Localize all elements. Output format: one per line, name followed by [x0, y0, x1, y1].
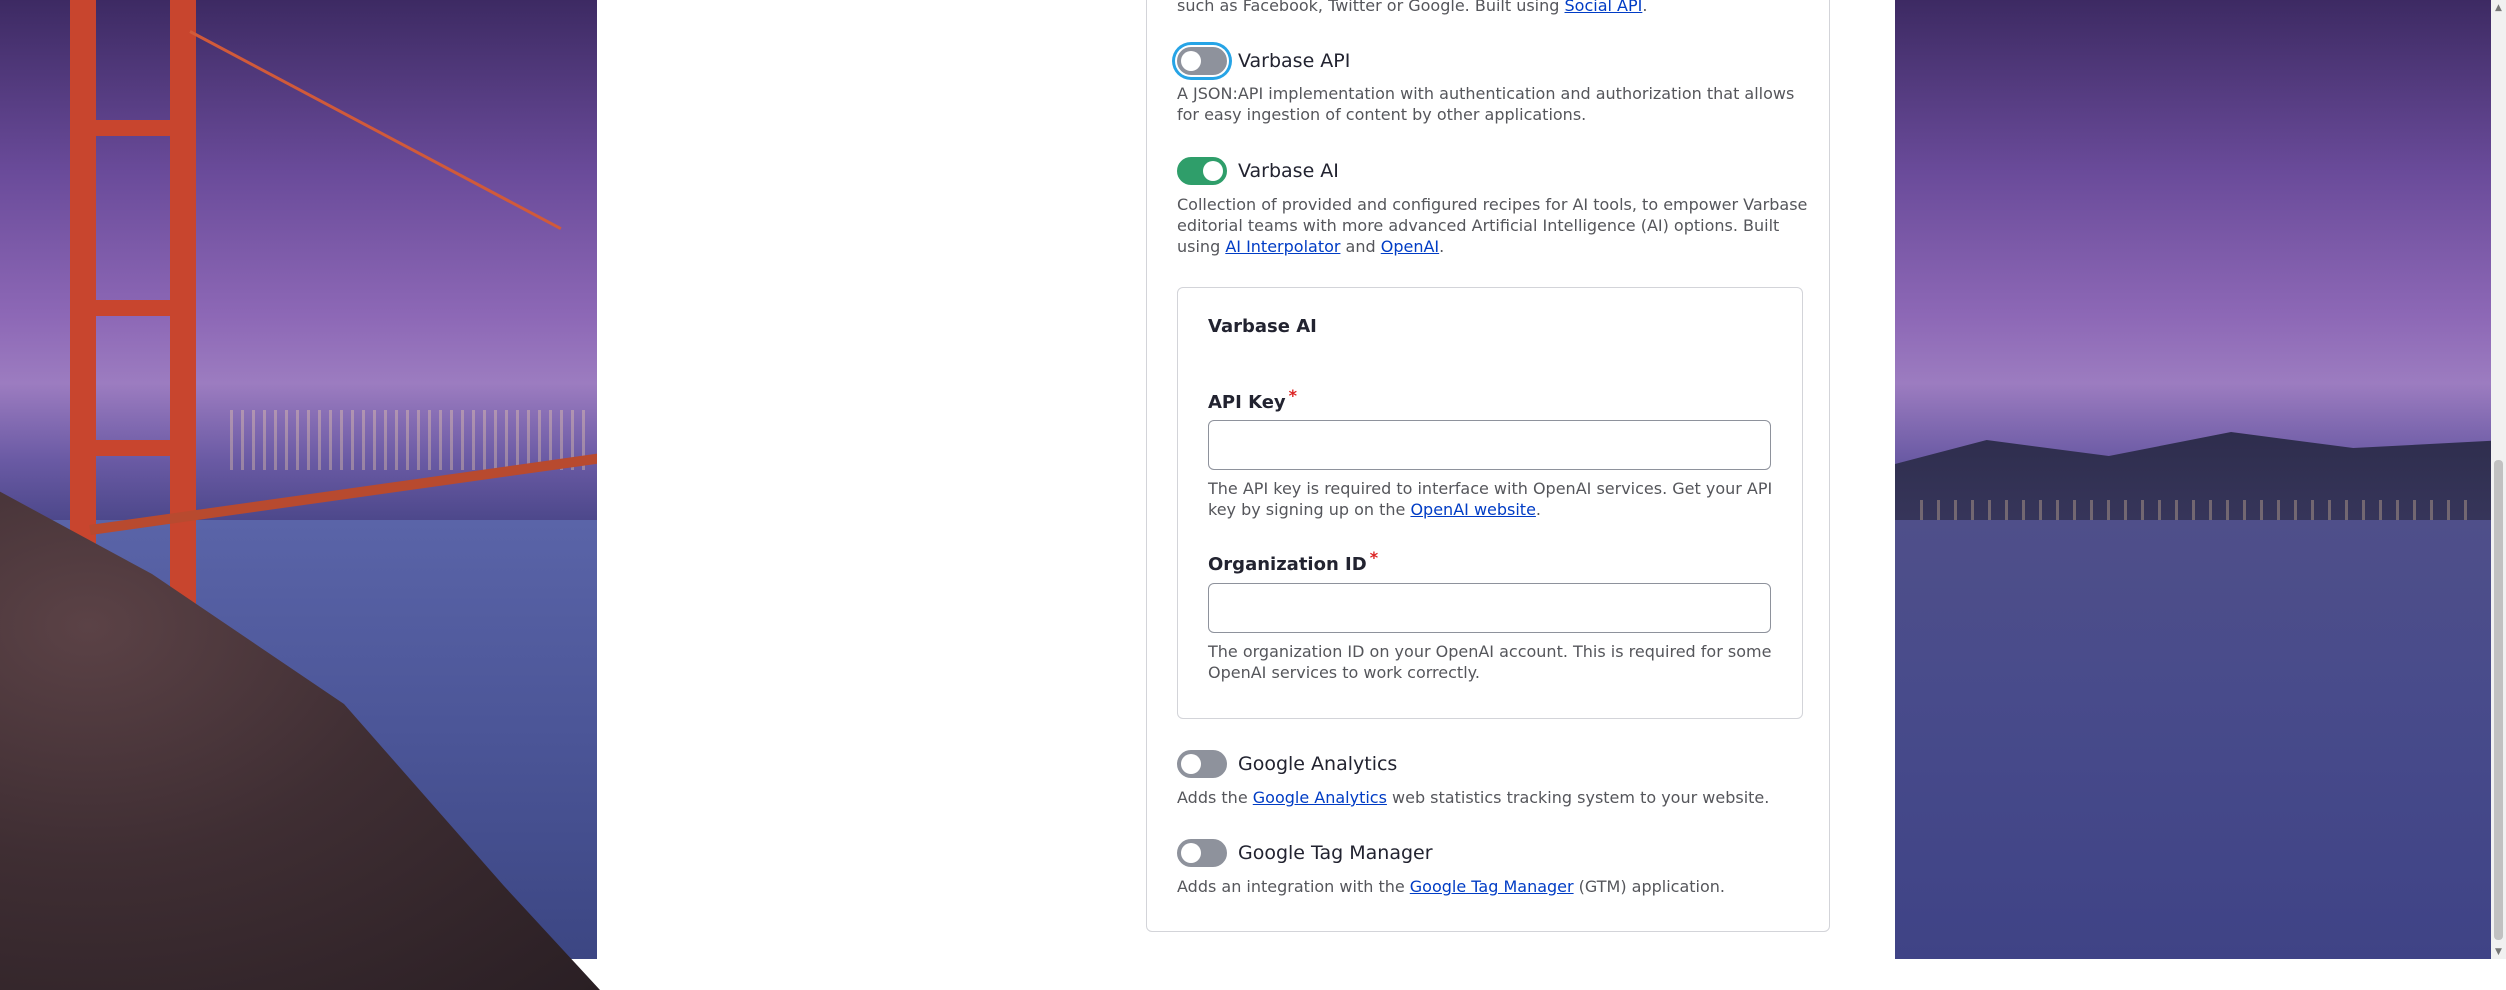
- google-analytics-label[interactable]: Google Analytics: [1238, 753, 1397, 775]
- required-marker: *: [1369, 548, 1379, 567]
- ai-interpolator-link[interactable]: AI Interpolator: [1225, 237, 1340, 256]
- varbase-ai-toggle[interactable]: [1177, 157, 1227, 185]
- module-varbase-api: Varbase API: [1177, 47, 1350, 75]
- module-varbase-ai: Varbase AI: [1177, 157, 1339, 185]
- toggle-knob: [1181, 754, 1201, 774]
- scroll-up-arrow-icon[interactable]: ▲: [2491, 0, 2506, 15]
- module-google-tag-manager: Google Tag Manager: [1177, 839, 1433, 867]
- toggle-knob: [1181, 843, 1201, 863]
- google-analytics-toggle[interactable]: [1177, 750, 1227, 778]
- google-tag-manager-link[interactable]: Google Tag Manager: [1410, 877, 1574, 896]
- description-text: and: [1340, 237, 1381, 256]
- google-analytics-description: Adds the Google Analytics web statistics…: [1177, 787, 1817, 808]
- google-tag-manager-label[interactable]: Google Tag Manager: [1238, 842, 1433, 864]
- bay-water-right: [1895, 520, 2506, 959]
- description-text: .: [1535, 500, 1542, 519]
- bridge-tower-crossbeam: [70, 440, 196, 456]
- google-tag-manager-description: Adds an integration with the Google Tag …: [1177, 876, 1817, 897]
- api-key-description: The API key is required to interface wit…: [1208, 478, 1788, 520]
- description-text: .: [1642, 0, 1648, 15]
- organization-id-label-text: Organization ID: [1208, 554, 1367, 575]
- openai-website-link[interactable]: OpenAI website: [1410, 500, 1535, 519]
- previous-module-description: such as Facebook, Twitter or Google. Bui…: [1177, 0, 1647, 15]
- organization-id-input[interactable]: [1208, 583, 1771, 633]
- description-text: (GTM) application.: [1573, 877, 1725, 896]
- varbase-api-label[interactable]: Varbase API: [1238, 50, 1350, 72]
- city-lights-right: [1920, 500, 2480, 520]
- bridge-tower-crossbeam: [70, 120, 196, 136]
- description-text: web statistics tracking system to your w…: [1386, 788, 1770, 807]
- varbase-ai-settings-title: Varbase AI: [1208, 316, 1317, 337]
- organization-id-label: Organization ID *: [1208, 548, 1378, 575]
- city-lights-left: [230, 410, 590, 470]
- varbase-api-toggle[interactable]: [1177, 47, 1227, 75]
- varbase-api-description: A JSON:API implementation with authentic…: [1177, 84, 1795, 124]
- description-text: Adds an integration with the: [1177, 877, 1410, 896]
- description-text: .: [1439, 237, 1445, 256]
- google-tag-manager-toggle[interactable]: [1177, 839, 1227, 867]
- social-api-link[interactable]: Social API: [1565, 0, 1643, 15]
- api-key-label: API Key *: [1208, 386, 1297, 413]
- varbase-ai-description: Collection of provided and configured re…: [1177, 194, 1817, 257]
- description-text: such as Facebook, Twitter or Google. Bui…: [1177, 0, 1565, 15]
- api-key-label-text: API Key: [1208, 392, 1286, 413]
- toggle-knob: [1203, 161, 1223, 181]
- organization-id-description: The organization ID on your OpenAI accou…: [1208, 642, 1772, 682]
- bridge-tower-crossbeam: [70, 300, 196, 316]
- google-analytics-link[interactable]: Google Analytics: [1253, 788, 1387, 807]
- module-google-analytics: Google Analytics: [1177, 750, 1397, 778]
- description-text: Adds the: [1177, 788, 1253, 807]
- required-marker: *: [1288, 386, 1298, 405]
- toggle-knob: [1181, 51, 1201, 71]
- api-key-input[interactable]: [1208, 420, 1771, 470]
- scroll-down-arrow-icon[interactable]: ▼: [2491, 944, 2506, 959]
- varbase-ai-label[interactable]: Varbase AI: [1238, 160, 1339, 182]
- scrollbar-thumb[interactable]: [2494, 460, 2503, 940]
- openai-link[interactable]: OpenAI: [1381, 237, 1439, 256]
